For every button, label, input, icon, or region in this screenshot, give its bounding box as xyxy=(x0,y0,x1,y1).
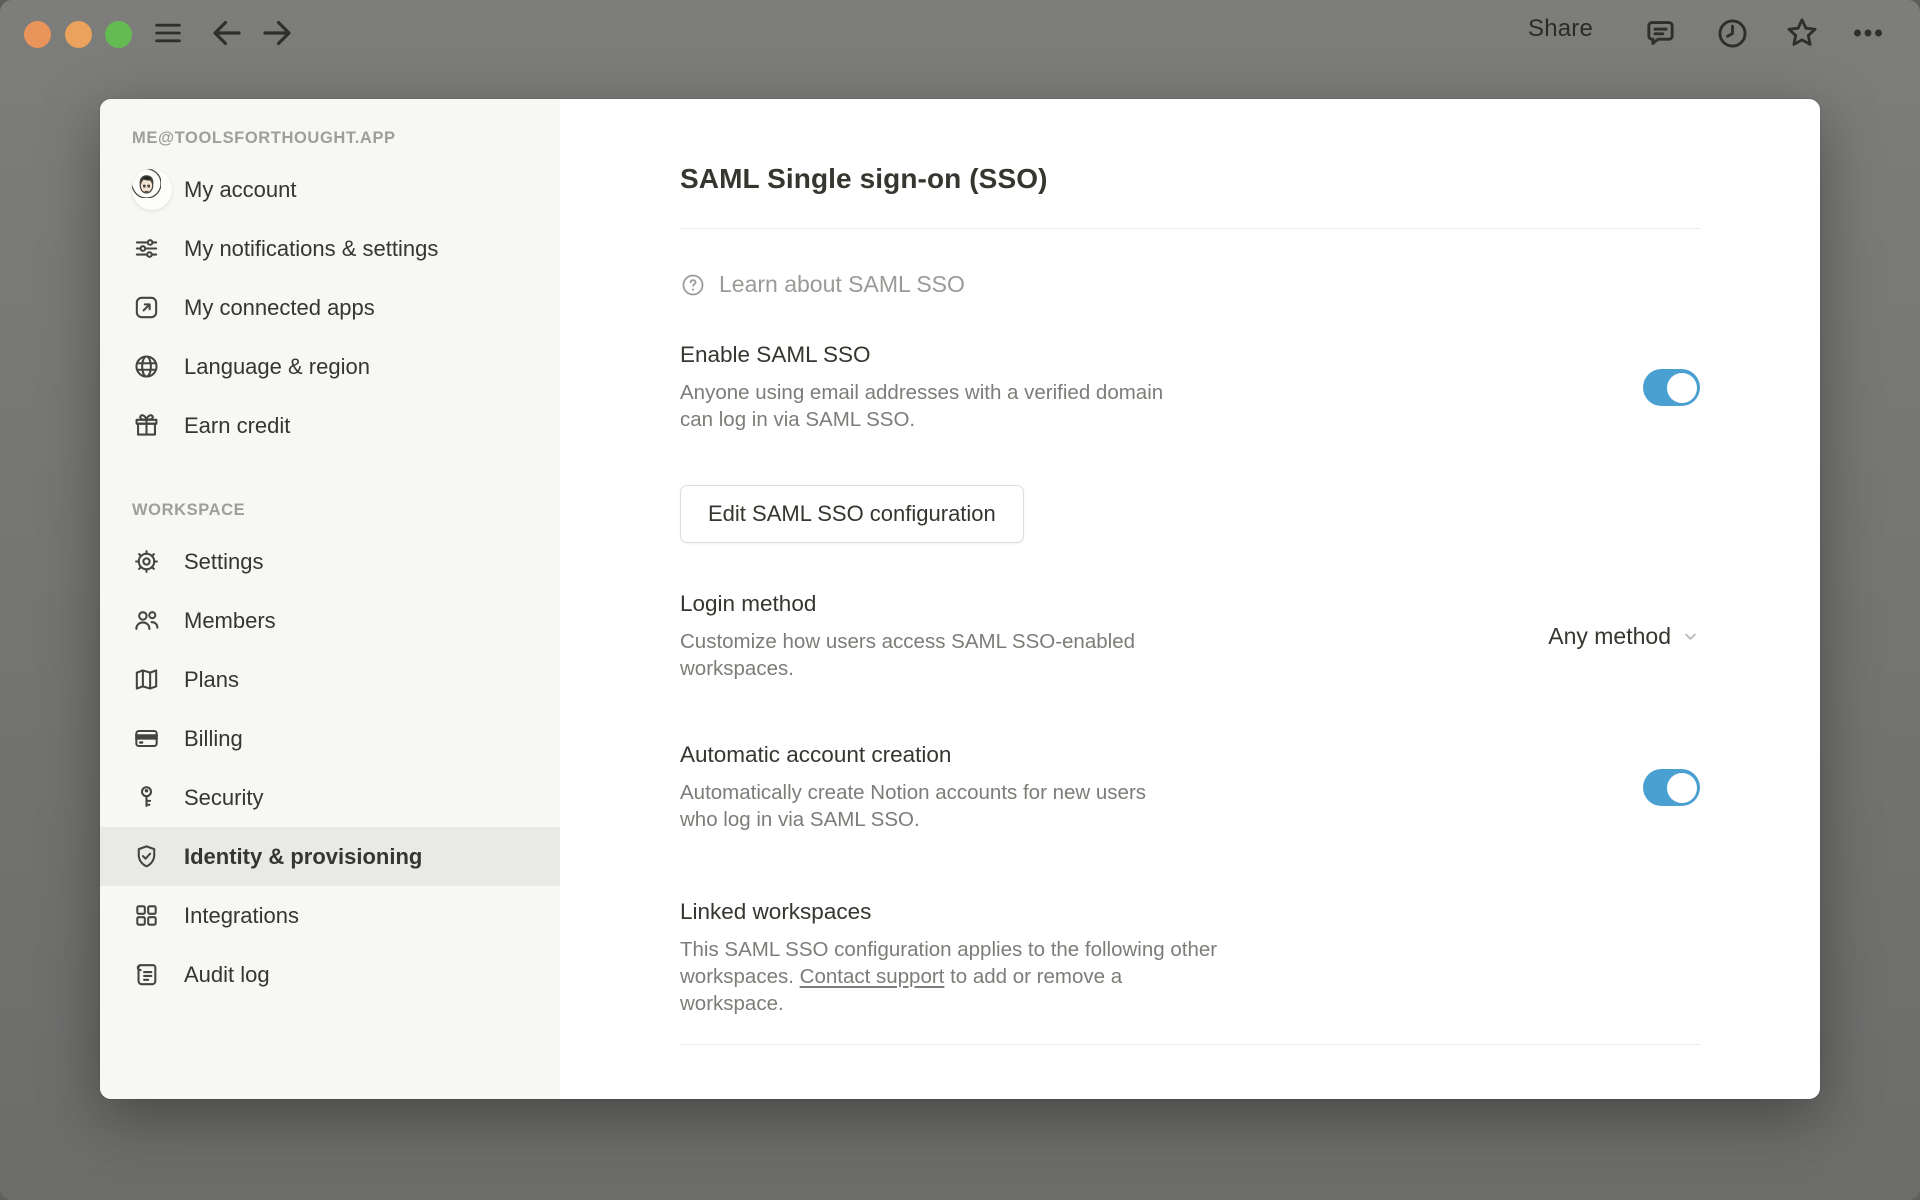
login-method-section: Login method Customize how users access … xyxy=(680,591,1700,682)
auto-account-heading: Automatic account creation xyxy=(680,742,952,768)
linked-workspaces-section: Linked workspaces This SAML SSO configur… xyxy=(680,899,1700,1017)
workspace-section-title: WORKSPACE xyxy=(132,501,246,519)
members-icon xyxy=(132,606,172,635)
sidebar-item-label: My account xyxy=(184,176,297,202)
back-button[interactable] xyxy=(208,14,246,52)
sidebar-item-label: Audit log xyxy=(184,961,270,987)
sidebar-item-plans[interactable]: Plans xyxy=(100,650,560,709)
forward-arrow-icon xyxy=(263,20,291,46)
bottom-divider xyxy=(680,1044,1700,1046)
sidebar-item-label: Security xyxy=(184,784,264,810)
sidebar-item-label: Language & region xyxy=(184,353,370,379)
credit-card-icon xyxy=(132,724,172,753)
history-clock-icon xyxy=(1717,18,1747,48)
key-icon xyxy=(132,783,172,812)
settings-sidebar: ME@TOOLSFORTHOUGHT.APP My account My not… xyxy=(100,99,560,1099)
connected-apps-icon xyxy=(132,293,172,322)
page-title: SAML Single sign-on (SSO) xyxy=(680,163,1048,194)
linked-workspaces-description: This SAML SSO configuration applies to t… xyxy=(680,936,1225,1017)
globe-icon xyxy=(132,352,172,381)
learn-about-saml-link[interactable]: Learn about SAML SSO xyxy=(680,271,1700,298)
app-window: Share ME@TOOLSFORTHOUGHT.APP My account … xyxy=(0,0,1920,1200)
edit-saml-configuration-button[interactable]: Edit SAML SSO configuration xyxy=(680,485,1024,544)
auto-account-toggle[interactable] xyxy=(1643,769,1700,807)
audit-log-icon xyxy=(132,960,172,989)
login-method-description: Customize how users access SAML SSO-enab… xyxy=(680,630,1135,681)
account-section-title: ME@TOOLSFORTHOUGHT.APP xyxy=(132,129,396,147)
sidebar-item-audit-log[interactable]: Audit log xyxy=(100,945,560,1004)
sidebar-item-label: Billing xyxy=(184,725,243,751)
enable-saml-toggle[interactable] xyxy=(1643,369,1700,407)
enable-saml-heading: Enable SAML SSO xyxy=(680,342,871,367)
sidebar-item-identity-provisioning[interactable]: Identity & provisioning xyxy=(100,827,560,886)
login-method-heading: Login method xyxy=(680,591,817,617)
sidebar-item-label: My connected apps xyxy=(184,294,375,320)
sidebar-item-security[interactable]: Security xyxy=(100,768,560,827)
toggle-knob xyxy=(1666,772,1697,803)
close-window-button[interactable] xyxy=(24,21,51,48)
map-icon xyxy=(132,665,172,694)
enable-saml-section: Enable SAML SSO Anyone using email addre… xyxy=(680,342,1700,433)
title-divider xyxy=(680,228,1700,229)
settings-dialog: ME@TOOLSFORTHOUGHT.APP My account My not… xyxy=(100,99,1820,1099)
comments-button[interactable] xyxy=(1641,14,1679,52)
sliders-icon xyxy=(132,234,172,263)
auto-account-description: Automatically create Notion accounts for… xyxy=(680,781,1147,832)
zoom-window-button[interactable] xyxy=(105,21,132,48)
hamburger-icon xyxy=(155,23,181,43)
sidebar-item-label: Members xyxy=(184,607,276,633)
chevron-down-icon xyxy=(1685,633,1696,640)
minimize-window-button[interactable] xyxy=(65,21,92,48)
favorite-button[interactable] xyxy=(1783,14,1821,52)
star-icon xyxy=(1787,18,1817,46)
sidebar-item-label: Earn credit xyxy=(184,412,291,438)
sidebar-item-earn-credit[interactable]: Earn credit xyxy=(100,396,560,455)
gift-icon xyxy=(132,411,172,440)
grid-icon xyxy=(132,901,172,930)
shield-check-icon xyxy=(132,842,172,871)
sidebar-item-label: Settings xyxy=(184,548,264,574)
sidebar-item-notifications-settings[interactable]: My notifications & settings xyxy=(100,219,560,278)
window-titlebar: Share xyxy=(0,0,1920,64)
question-circle-icon xyxy=(682,274,704,295)
more-options-button[interactable] xyxy=(1849,14,1887,52)
sidebar-item-label: Plans xyxy=(184,666,240,692)
avatar xyxy=(132,169,172,210)
login-method-dropdown[interactable]: Any method xyxy=(1548,623,1700,650)
share-button[interactable]: Share xyxy=(1528,15,1593,43)
sidebar-item-billing[interactable]: Billing xyxy=(100,709,560,768)
login-method-value: Any method xyxy=(1548,623,1671,650)
sidebar-item-my-account[interactable]: My account xyxy=(100,160,560,219)
sidebar-item-label: Integrations xyxy=(184,902,299,928)
automatic-account-creation-section: Automatic account creation Automatically… xyxy=(680,742,1700,833)
sidebar-item-integrations[interactable]: Integrations xyxy=(100,886,560,945)
forward-button[interactable] xyxy=(258,14,296,52)
back-arrow-icon xyxy=(213,20,241,46)
linked-workspaces-heading: Linked workspaces xyxy=(680,899,872,925)
comment-icon xyxy=(1646,20,1674,45)
sidebar-item-label: My notifications & settings xyxy=(184,235,439,261)
sidebar-item-members[interactable]: Members xyxy=(100,591,560,650)
sidebar-item-settings[interactable]: Settings xyxy=(100,532,560,591)
more-ellipsis-icon xyxy=(1854,29,1882,37)
sidebar-item-connected-apps[interactable]: My connected apps xyxy=(100,278,560,337)
contact-support-link[interactable]: Contact support xyxy=(800,965,945,988)
gear-icon xyxy=(132,547,172,576)
sidebar-item-language-region[interactable]: Language & region xyxy=(100,337,560,396)
settings-content: SAML Single sign-on (SSO) Learn about SA… xyxy=(560,99,1820,1099)
sidebar-item-label: Identity & provisioning xyxy=(184,843,423,869)
enable-saml-description: Anyone using email addresses with a veri… xyxy=(680,381,1164,432)
updates-button[interactable] xyxy=(1713,14,1751,52)
toggle-knob xyxy=(1666,372,1697,403)
sidebar-menu-button[interactable] xyxy=(149,14,187,52)
learn-about-saml-label: Learn about SAML SSO xyxy=(719,271,965,297)
